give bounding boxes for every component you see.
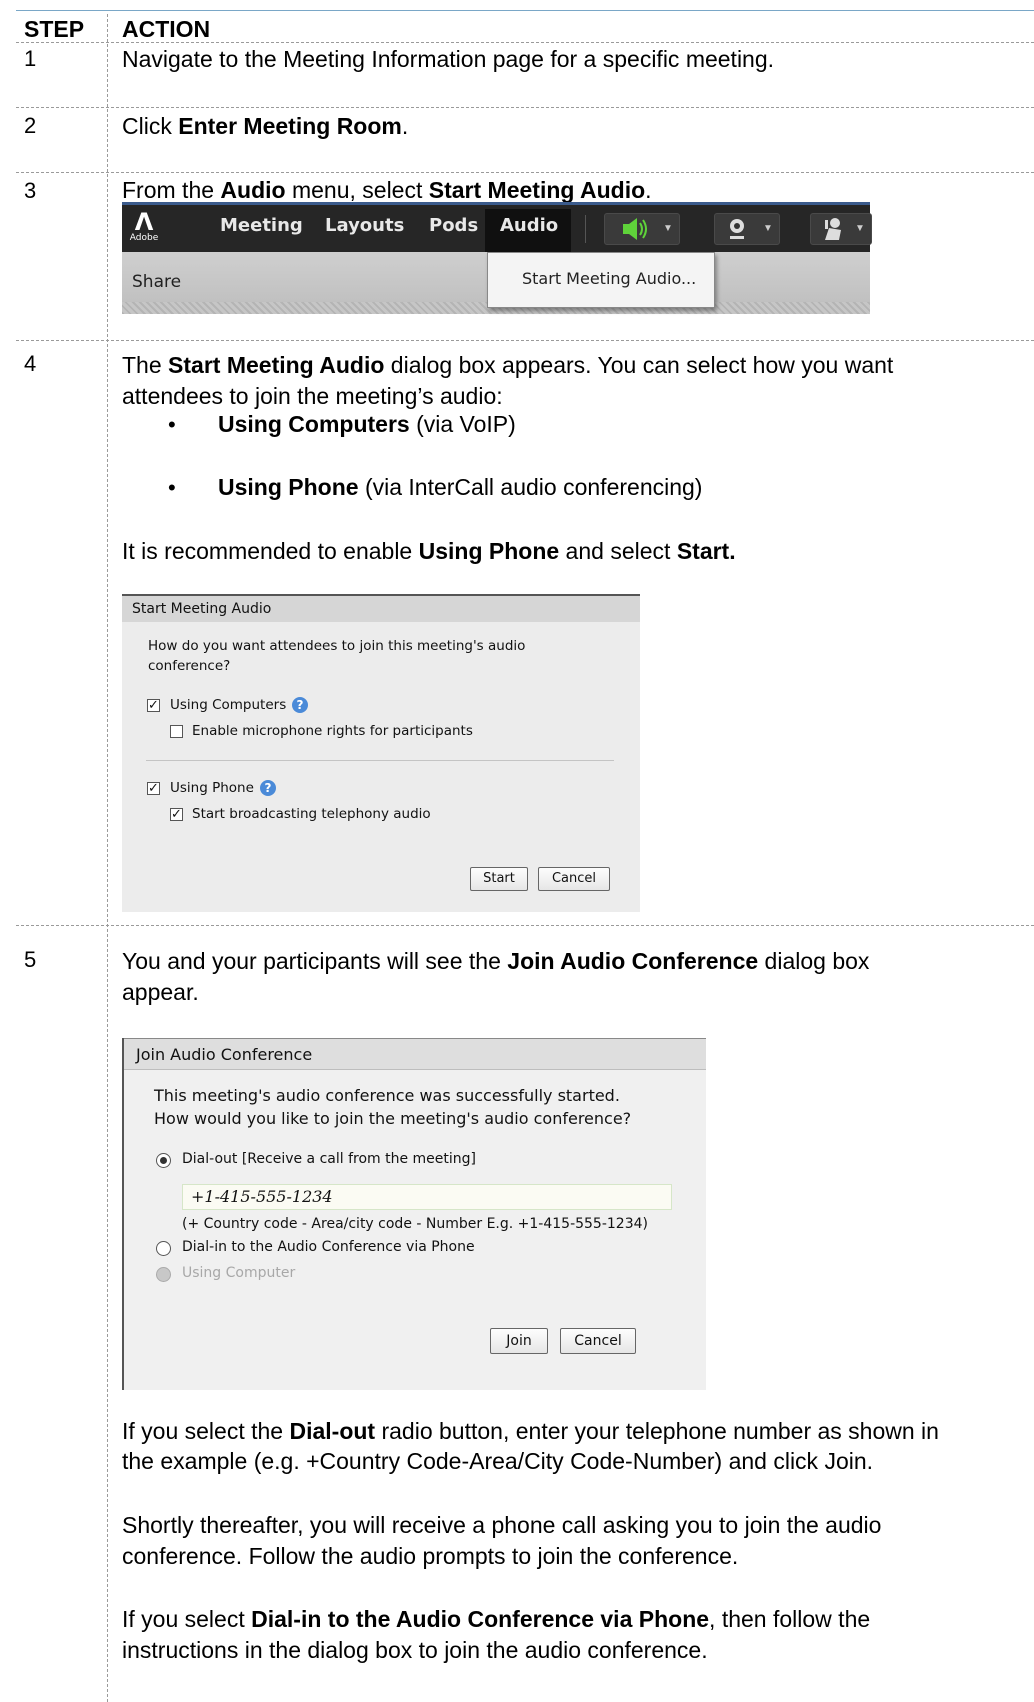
raise-hand-icon	[825, 218, 841, 240]
broadcast-label: Start broadcasting telephony audio	[192, 806, 431, 822]
help-icon[interactable]: ?	[292, 697, 308, 713]
row-divider	[16, 925, 1034, 926]
start-button[interactable]: Start	[470, 867, 528, 891]
join-audio-conference-dialog: Join Audio Conference This meeting's aud…	[122, 1038, 706, 1390]
dialog-message-line1: This meeting's audio conference was succ…	[154, 1086, 620, 1105]
dialin-label: Dial-in to the Audio Conference via Phon…	[182, 1239, 475, 1255]
step-number-1: 1	[24, 46, 37, 71]
cancel-button[interactable]: Cancel	[560, 1328, 636, 1354]
broadcast-checkbox[interactable]: ✓	[170, 808, 183, 821]
mic-rights-label: Enable microphone rights for participant…	[192, 723, 473, 739]
dialog-divider	[146, 760, 614, 761]
step-4-text-line1: The Start Meeting Audio dialog box appea…	[122, 352, 894, 378]
menu-pods[interactable]: Pods	[429, 215, 478, 236]
using-computers-label: Using Computers	[170, 697, 287, 713]
step-5-para2-line2: conference. Follow the audio prompts to …	[122, 1543, 739, 1569]
phone-format-hint: (+ Country code - Area/city code - Numbe…	[182, 1216, 648, 1232]
join-button[interactable]: Join	[490, 1328, 548, 1354]
row-divider	[16, 107, 1034, 108]
phone-number-input[interactable]: +1-415-555-1234	[182, 1184, 672, 1210]
webcam-icon	[730, 219, 744, 239]
start-meeting-audio-dialog: Start Meeting Audio How do you want atte…	[122, 594, 640, 912]
bullet-using-phone: Using Phone (via InterCall audio confere…	[218, 474, 703, 500]
step-4-text-line2: attendees to join the meeting’s audio:	[122, 383, 503, 409]
document-page: STEP ACTION 1 Navigate to the Meeting In…	[0, 0, 1034, 1702]
mic-rights-checkbox[interactable]	[170, 725, 183, 738]
step-5-para2-line1: Shortly thereafter, you will receive a p…	[122, 1512, 882, 1538]
chevron-down-icon: ▼	[855, 223, 865, 234]
step-5-text-line2: appear.	[122, 979, 199, 1005]
step-1-text: Navigate to the Meeting Information page…	[122, 46, 775, 72]
help-icon[interactable]: ?	[260, 780, 276, 796]
step-5-para3-line1: If you select Dial-in to the Audio Confe…	[122, 1606, 871, 1632]
chevron-down-icon: ▼	[663, 223, 673, 234]
using-computers-checkbox[interactable]: ✓	[147, 699, 160, 712]
menu-audio[interactable]: Audio	[500, 215, 558, 236]
dialin-radio[interactable]	[156, 1241, 171, 1256]
adobe-logo: Λ Adobe	[129, 208, 159, 243]
step-5-para1-line1: If you select the Dial-out radio button,…	[122, 1418, 939, 1444]
header-step: STEP	[24, 16, 85, 42]
step-number-3: 3	[24, 178, 37, 203]
speaker-button[interactable]: ▼	[604, 213, 680, 245]
audio-dropdown-menu: Start Meeting Audio...	[487, 252, 715, 308]
cancel-button[interactable]: Cancel	[538, 867, 610, 891]
row-divider	[16, 340, 1034, 341]
step-number-2: 2	[24, 113, 37, 138]
step-5-para3-line2: instructions in the dialog box to join t…	[122, 1637, 708, 1663]
dialog-title-bar: Start Meeting Audio	[122, 594, 640, 622]
chevron-down-icon: ▼	[763, 223, 773, 234]
step-5-text-line1: You and your participants will see the J…	[122, 948, 870, 974]
dialout-radio[interactable]	[156, 1153, 171, 1168]
step-number-4: 4	[24, 351, 37, 376]
speaker-icon	[623, 218, 647, 240]
menu-meeting[interactable]: Meeting	[220, 215, 303, 236]
menu-separator	[585, 215, 586, 243]
share-label: Share	[132, 272, 182, 292]
column-divider	[107, 14, 108, 1702]
dialout-label: Dial-out [Receive a call from the meetin…	[182, 1151, 477, 1167]
dialog-message-line2: How would you like to join the meeting's…	[154, 1109, 632, 1128]
dialog-title-bar: Join Audio Conference	[124, 1038, 706, 1070]
row-divider	[16, 172, 1034, 173]
using-computer-radio	[156, 1267, 171, 1282]
table-top-border	[16, 10, 1034, 11]
dialog-question-line1: How do you want attendees to join this m…	[148, 638, 526, 654]
header-action: ACTION	[122, 16, 211, 42]
menu-layouts[interactable]: Layouts	[325, 215, 404, 236]
row-divider	[16, 42, 1034, 43]
bullet: •	[168, 412, 176, 437]
menu-bar: Λ Adobe Meeting Layouts Pods Audio ▼ ▼ ▼	[122, 202, 872, 253]
step-number-5: 5	[24, 947, 37, 972]
adobe-connect-toolbar-screenshot: Λ Adobe Meeting Layouts Pods Audio ▼ ▼ ▼…	[122, 202, 872, 314]
menu-item-start-meeting-audio[interactable]: Start Meeting Audio...	[522, 269, 696, 288]
dialog-title: Join Audio Conference	[136, 1045, 313, 1064]
using-computer-label: Using Computer	[182, 1265, 296, 1281]
step-2-text: Click Enter Meeting Room.	[122, 113, 409, 139]
dialog-question-line2: conference?	[148, 658, 231, 674]
step-4-recommendation: It is recommended to enable Using Phone …	[122, 538, 736, 564]
using-phone-label: Using Phone	[170, 780, 254, 796]
using-phone-checkbox[interactable]: ✓	[147, 782, 160, 795]
camera-button[interactable]: ▼	[714, 213, 780, 245]
status-button[interactable]: ▼	[810, 213, 872, 245]
bullet-using-computers: Using Computers (via VoIP)	[218, 411, 516, 437]
step-5-para1-line2: the example (e.g. +Country Code-Area/Cit…	[122, 1448, 874, 1474]
bullet: •	[168, 475, 176, 500]
dialog-title: Start Meeting Audio	[132, 601, 272, 617]
